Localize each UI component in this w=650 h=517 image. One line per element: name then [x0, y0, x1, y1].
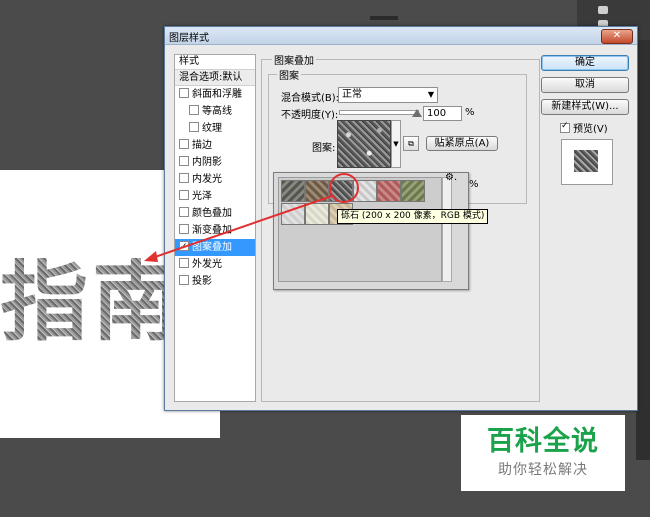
highlight-circle	[329, 173, 359, 203]
arrow-head-icon	[144, 251, 158, 262]
annotation-overlay	[144, 173, 359, 262]
annotation-arrow	[151, 195, 333, 259]
